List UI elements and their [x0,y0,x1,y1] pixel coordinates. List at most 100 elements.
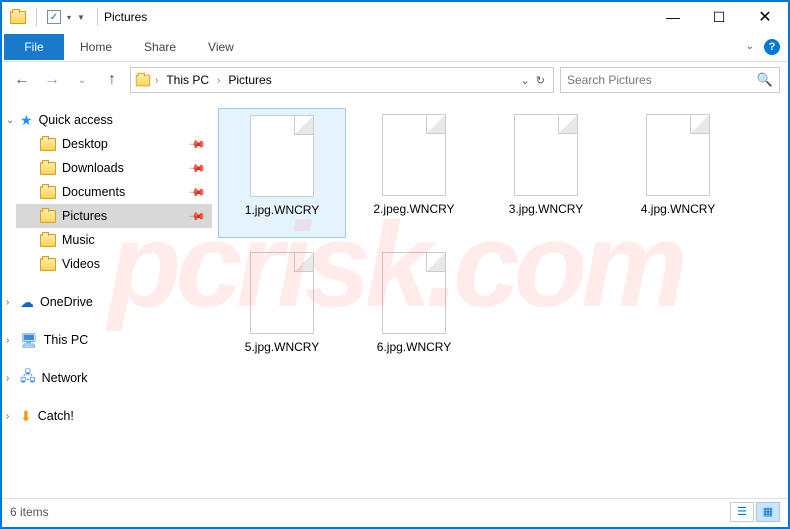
navigation-bar: ← → ⌄ ↑ › This PC › Pictures ⌄ ↻ Search … [2,62,788,98]
catch-icon: ⬇ [20,408,32,425]
sidebar-item-label: Quick access [39,113,113,127]
maximize-button[interactable]: ☐ [696,2,742,32]
minimize-button[interactable]: — [650,2,696,32]
up-button[interactable]: ↑ [100,68,124,92]
sidebar-network[interactable]: › 🖧 Network [16,366,212,390]
sidebar-item-label: Network [42,371,88,385]
separator [36,8,37,26]
file-item[interactable]: 3.jpg.WNCRY [482,108,610,238]
sidebar-item-music[interactable]: Music [16,228,212,252]
sidebar-catch[interactable]: › ⬇ Catch! [16,404,212,428]
pin-icon: 📌 [188,159,207,178]
sidebar-item-label: Catch! [38,409,74,423]
sidebar-item-label: This PC [44,333,88,347]
pin-icon: 📌 [188,135,207,154]
folder-icon [40,162,56,175]
tab-view[interactable]: View [192,32,250,61]
pc-icon: 🖥 [20,332,38,349]
folder-icon [40,186,56,199]
folder-icon [40,234,56,247]
sidebar-onedrive[interactable]: › ☁ OneDrive [16,290,212,314]
file-item[interactable]: 1.jpg.WNCRY [218,108,346,238]
sidebar-item-label: Desktop [62,137,108,151]
expand-ribbon-icon[interactable]: ⌄ [746,41,754,52]
quick-access-toolbar: ✓ ▾ ▼ [10,8,85,26]
folder-icon [40,210,56,223]
folder-icon [40,258,56,271]
chevron-right-icon[interactable]: › [6,297,9,308]
network-icon: 🖧 [20,366,36,390]
file-icon [514,114,578,196]
qat-customize[interactable]: ▼ [77,13,85,22]
help-icon[interactable]: ? [764,39,780,55]
sidebar-item-downloads[interactable]: Downloads 📌 [16,156,212,180]
file-item[interactable]: 2.jpeg.WNCRY [350,108,478,238]
chevron-right-icon[interactable]: › [6,373,9,384]
file-icon [382,252,446,334]
file-icon [250,115,314,197]
content-area: ⌄ ★ Quick access Desktop📌Downloads📌Docum… [2,98,788,498]
refresh-icon[interactable]: ↻ [536,74,545,87]
folder-icon[interactable] [10,11,26,24]
window-title: Pictures [97,8,650,26]
folder-icon [136,74,150,86]
file-name: 3.jpg.WNCRY [505,202,587,216]
sidebar-item-desktop[interactable]: Desktop 📌 [16,132,212,156]
file-icon [250,252,314,334]
back-button[interactable]: ← [10,68,34,92]
sidebar-item-label: Documents [62,185,125,199]
breadcrumb[interactable]: Pictures [224,73,275,87]
pin-icon: 📌 [188,183,207,202]
chevron-right-icon: › [217,75,220,86]
cloud-icon: ☁ [20,294,34,311]
tab-home[interactable]: Home [64,32,128,61]
breadcrumb[interactable]: This PC [162,73,213,87]
item-count: 6 items [10,505,49,519]
sidebar-item-documents[interactable]: Documents 📌 [16,180,212,204]
sidebar-item-label: OneDrive [40,295,93,309]
sidebar-item-label: Downloads [62,161,124,175]
sidebar-item-pictures[interactable]: Pictures 📌 [16,204,212,228]
chevron-down-icon[interactable]: ⌄ [6,115,14,126]
chevron-right-icon[interactable]: › [6,411,9,422]
search-input[interactable]: Search Pictures 🔍 [560,67,780,93]
file-list[interactable]: 1.jpg.WNCRY 2.jpeg.WNCRY 3.jpg.WNCRY 4.jpg.… [212,98,788,498]
file-item[interactable]: 6.jpg.WNCRY [350,246,478,376]
pin-icon: 📌 [188,207,207,226]
sidebar-item-videos[interactable]: Videos [16,252,212,276]
close-button[interactable]: ✕ [742,2,788,32]
sidebar-item-label: Videos [62,257,100,271]
tab-share[interactable]: Share [128,32,192,61]
file-item[interactable]: 5.jpg.WNCRY [218,246,346,376]
details-view-button[interactable]: ☰ [730,502,754,522]
folder-icon [40,138,56,151]
history-dropdown-icon[interactable]: ⌄ [521,74,530,87]
file-name: 2.jpeg.WNCRY [369,202,458,216]
recent-locations[interactable]: ⌄ [70,68,94,92]
star-icon: ★ [20,112,33,129]
forward-button[interactable]: → [40,68,64,92]
icons-view-button[interactable]: ▦ [756,502,780,522]
status-bar: 6 items ☰ ▦ [2,498,788,524]
navigation-pane[interactable]: ⌄ ★ Quick access Desktop📌Downloads📌Docum… [2,98,212,498]
file-icon [382,114,446,196]
qat-dropdown[interactable]: ▾ [67,13,71,22]
search-icon[interactable]: 🔍 [757,72,773,88]
file-name: 4.jpg.WNCRY [637,202,719,216]
sidebar-item-label: Pictures [62,209,107,223]
file-name: 5.jpg.WNCRY [241,340,323,354]
file-name: 6.jpg.WNCRY [373,340,455,354]
sidebar-this-pc[interactable]: › 🖥 This PC [16,328,212,352]
file-item[interactable]: 4.jpg.WNCRY [614,108,742,238]
titlebar: ✓ ▾ ▼ Pictures — ☐ ✕ [2,2,788,32]
properties-button[interactable]: ✓ [47,10,61,24]
search-placeholder: Search Pictures [567,73,652,87]
chevron-right-icon: › [155,75,158,86]
address-bar[interactable]: › This PC › Pictures ⌄ ↻ [130,67,554,93]
ribbon: File Home Share View ⌄ ? [2,32,788,62]
sidebar-quick-access[interactable]: ⌄ ★ Quick access [16,108,212,132]
file-icon [646,114,710,196]
sidebar-item-label: Music [62,233,95,247]
file-tab[interactable]: File [4,34,64,60]
chevron-right-icon[interactable]: › [6,335,9,346]
